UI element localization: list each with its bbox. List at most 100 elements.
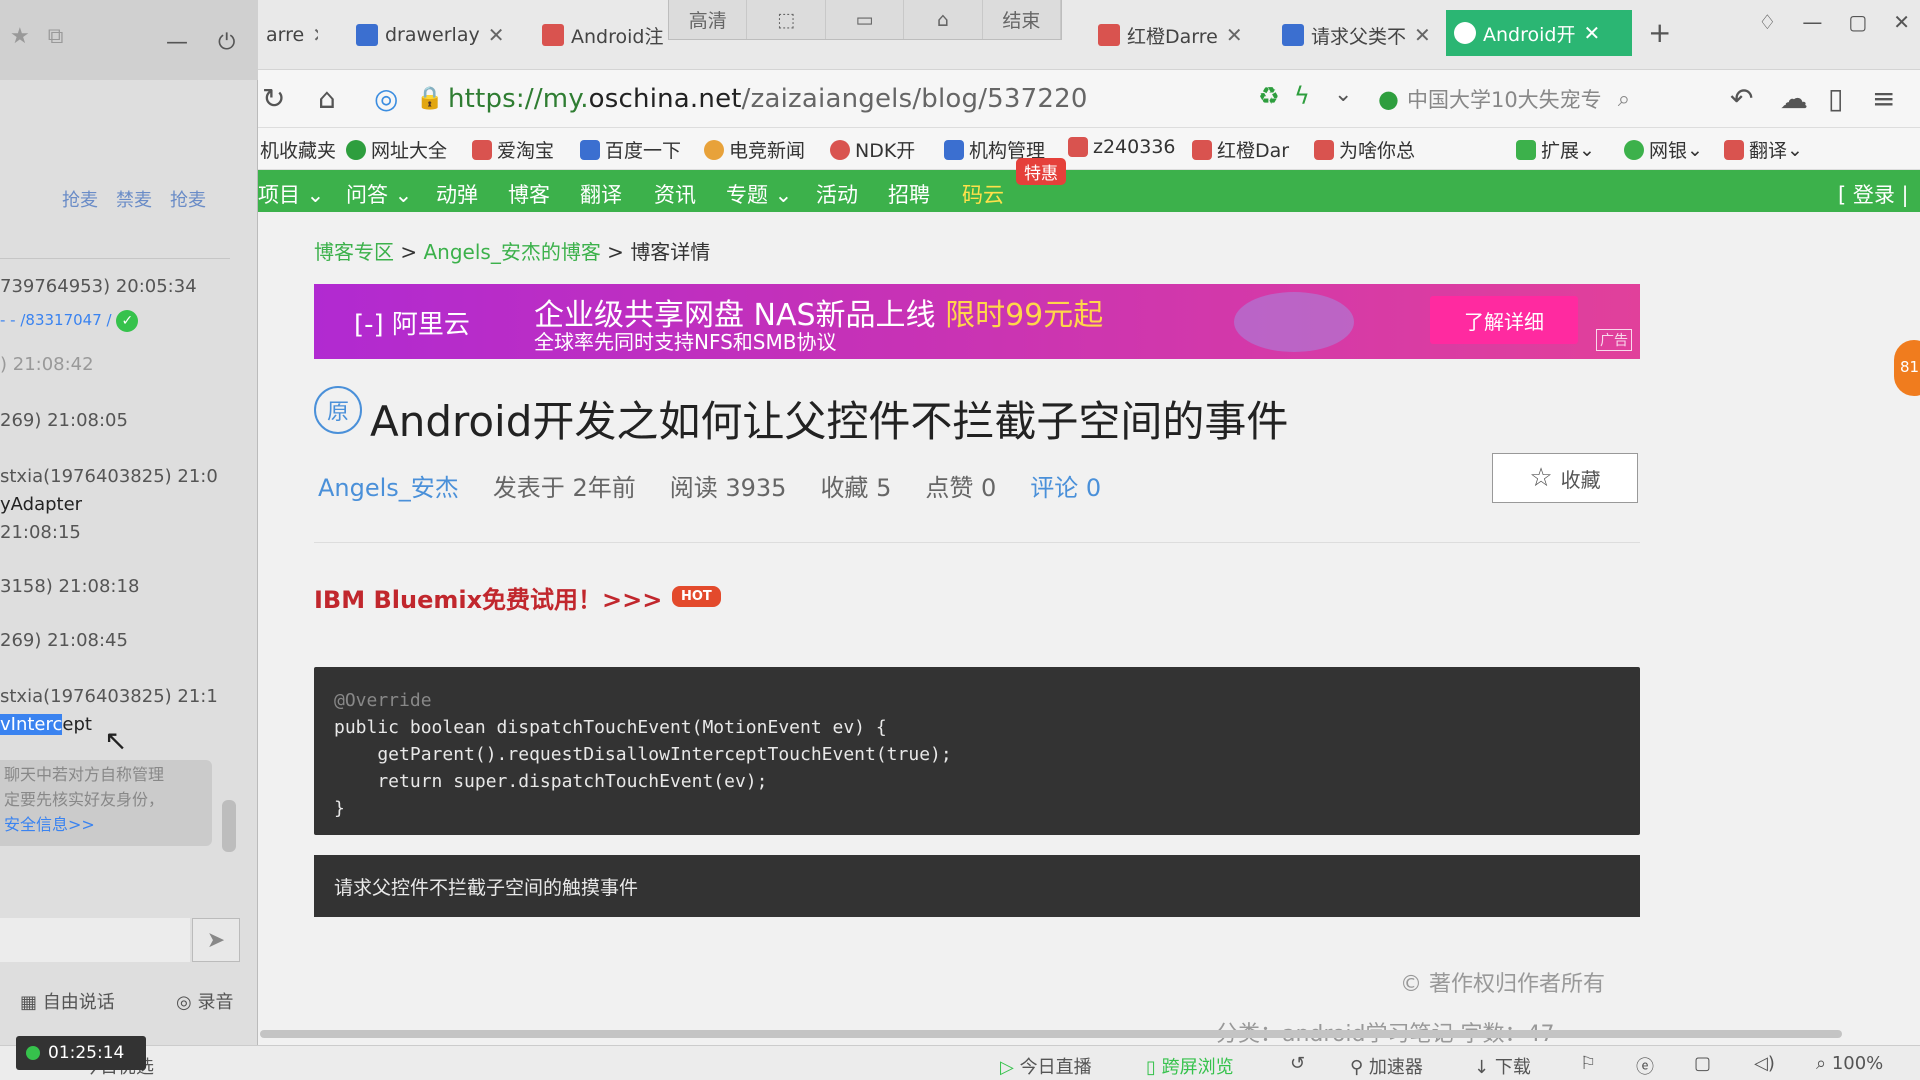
volume-icon[interactable]: ◁) xyxy=(1754,1053,1775,1074)
site-navigation: 项目 ⌄ 问答 ⌄ 动弹 博客 翻译 资讯 专题 ⌄ 活动 招聘 码云 [ 登录… xyxy=(258,170,1920,212)
window-icon[interactable]: ▢ xyxy=(1694,1053,1711,1074)
browser-tab-active[interactable]: Android开 ✕ xyxy=(1446,10,1632,56)
zoom-level[interactable]: ⌕ 100% xyxy=(1816,1053,1883,1074)
close-icon[interactable]: ✕ xyxy=(488,23,505,47)
search-icon[interactable]: ⌕ xyxy=(1618,87,1630,112)
floating-badge[interactable]: 81 xyxy=(1894,340,1920,396)
menu-icon[interactable]: ≡ xyxy=(1872,82,1895,115)
close-icon[interactable]: ✕ xyxy=(1893,10,1910,34)
horizontal-scrollbar[interactable] xyxy=(260,1030,1842,1038)
region-icon[interactable]: ⬚ xyxy=(747,0,826,39)
extensions-menu[interactable]: 扩展 ⌄ xyxy=(1516,136,1595,163)
nav-tweets[interactable]: 动弹 xyxy=(436,179,478,209)
browser-tab[interactable]: 红橙Darre ✕ xyxy=(1090,16,1262,54)
bookmark-item[interactable]: 网址大全 xyxy=(346,136,447,163)
cloud-icon[interactable]: ☁ xyxy=(1780,82,1808,115)
window-icon[interactable]: ▭ xyxy=(826,0,905,39)
nav-projects[interactable]: 项目 ⌄ xyxy=(258,179,324,209)
security-info-link[interactable]: 安全信息>> xyxy=(4,812,208,837)
accelerator-button[interactable]: ⚲ 加速器 xyxy=(1350,1053,1423,1079)
bookmark-item[interactable]: 爱淘宝 xyxy=(472,136,554,163)
nav-news[interactable]: 资讯 xyxy=(654,179,696,209)
bookmark-item[interactable]: 机收藏夹 xyxy=(260,136,336,163)
free-talk-button[interactable]: ▦ 自由说话 xyxy=(20,988,115,1014)
selected-chat-text[interactable]: vIntercept xyxy=(0,714,92,735)
search-input[interactable]: ● 中国大学10大失宠专 ⌕ xyxy=(1378,78,1696,120)
star-icon: ☆ xyxy=(1529,463,1553,493)
hd-button[interactable]: 高清 xyxy=(669,0,748,39)
shirt-icon[interactable]: ♢ xyxy=(1758,10,1776,34)
chat-scrollbar[interactable] xyxy=(222,800,236,852)
aliyun-logo: [-] 阿里云 xyxy=(354,310,470,340)
browser-tab[interactable]: drawerlay ✕ xyxy=(348,16,518,54)
record-button[interactable]: ◎ 录音 xyxy=(176,988,233,1014)
mic-tab-grab-2[interactable]: 抢麦 xyxy=(170,186,206,212)
recycle-icon[interactable]: ♻ xyxy=(1258,82,1280,110)
free-talk-icon: ▦ xyxy=(20,992,38,1013)
bookmark-item[interactable]: 红橙Dar xyxy=(1192,136,1289,163)
nav-topics[interactable]: 专题 ⌄ xyxy=(726,179,792,209)
maximize-icon[interactable]: ▢ xyxy=(1848,10,1867,34)
close-icon[interactable]: ✕ xyxy=(1414,23,1431,47)
tab-label: drawerlay xyxy=(385,24,480,46)
close-icon[interactable]: ✕ xyxy=(1226,23,1243,47)
refresh-icon[interactable]: ↻ xyxy=(262,82,285,115)
nav-qa[interactable]: 问答 ⌄ xyxy=(346,179,412,209)
nav-blog[interactable]: 博客 xyxy=(508,179,550,209)
nav-gitee[interactable]: 码云 xyxy=(962,179,1004,209)
bookmark-item[interactable]: 电竞新闻 xyxy=(704,136,805,163)
learn-more-button[interactable]: 了解详细 xyxy=(1430,296,1578,344)
nav-jobs[interactable]: 招聘 xyxy=(888,179,930,209)
bank-menu[interactable]: 网银 ⌄ xyxy=(1624,136,1703,163)
mic-tab-ban[interactable]: 禁麦 xyxy=(116,186,152,212)
ie-icon[interactable]: ⓔ xyxy=(1636,1053,1654,1079)
site-icon xyxy=(830,139,850,160)
translate-menu[interactable]: 翻译 ⌄ xyxy=(1724,136,1803,163)
browser-tab[interactable]: Android注 xyxy=(534,16,664,54)
breadcrumb-blog-zone[interactable]: 博客专区 xyxy=(314,240,394,264)
lightning-icon[interactable]: ϟ xyxy=(1294,82,1310,110)
comment-link[interactable]: 评论 0 xyxy=(1030,468,1101,503)
minimize-icon[interactable]: — xyxy=(1802,10,1822,34)
power-icon[interactable]: ⏻ xyxy=(218,30,235,55)
home-icon[interactable]: ⌂ xyxy=(904,0,983,39)
undo-icon[interactable]: ↶ xyxy=(1730,82,1753,115)
window-icon[interactable]: ⧉ xyxy=(48,24,64,49)
flag-icon[interactable]: ⚐ xyxy=(1580,1053,1596,1074)
star-icon[interactable]: ★ xyxy=(10,24,30,49)
bookmark-item[interactable]: 百度一下 xyxy=(580,136,681,163)
download-button[interactable]: ↓ 下载 xyxy=(1474,1053,1531,1079)
site-icon xyxy=(1192,139,1212,160)
bookmark-label: 扩展 xyxy=(1541,140,1580,162)
bank-icon xyxy=(1624,139,1644,160)
author-link[interactable]: Angels_安杰 xyxy=(318,468,459,503)
live-button[interactable]: ▷ 今日直播 xyxy=(1000,1053,1092,1079)
bookmark-item[interactable]: NDK开 xyxy=(830,136,915,163)
minimize-icon[interactable]: — xyxy=(166,30,188,55)
end-button[interactable]: 结束 xyxy=(983,0,1062,39)
device-icon[interactable]: ▯ xyxy=(1828,82,1843,115)
url-field[interactable]: https://my.oschina.net/zaizaiangels/blog… xyxy=(448,84,1088,114)
bookmark-item[interactable]: 为啥你总 xyxy=(1314,136,1415,163)
breadcrumb-author-blog[interactable]: Angels_安杰的博客 xyxy=(423,240,600,264)
nav-events[interactable]: 活动 xyxy=(816,179,858,209)
browser-tab[interactable]: arre ✕ xyxy=(258,16,318,54)
browser-tab[interactable]: 请求父类不 ✕ xyxy=(1274,16,1446,54)
mic-tab-grab[interactable]: 抢麦 xyxy=(62,186,98,212)
home-icon[interactable]: ⌂ xyxy=(318,82,336,115)
chat-input[interactable] xyxy=(0,918,190,962)
history-icon[interactable]: ↺ xyxy=(1290,1053,1305,1074)
ad-banner[interactable]: [-] 阿里云 企业级共享网盘 NAS新品上线 限时99元起 全球率先同时支持N… xyxy=(314,284,1640,359)
login-link[interactable]: [ 登录 | xyxy=(1838,179,1909,209)
send-button[interactable]: ➤ xyxy=(192,918,240,962)
code-line: getParent().requestDisallowInterceptTouc… xyxy=(334,744,952,765)
close-icon[interactable]: ✕ xyxy=(1583,21,1600,45)
promo-link[interactable]: IBM Bluemix免费试用！>>> xyxy=(314,580,662,615)
favorite-button[interactable]: ☆ 收藏 xyxy=(1492,453,1638,503)
nav-translate[interactable]: 翻译 xyxy=(580,179,622,209)
chevron-down-icon[interactable]: ⌄ xyxy=(1334,82,1352,107)
close-icon[interactable]: ✕ xyxy=(312,23,318,47)
bookmark-item[interactable]: z240336 xyxy=(1068,136,1176,158)
new-tab-button[interactable]: + xyxy=(1648,16,1671,49)
cross-screen-button[interactable]: ▯ 跨屏浏览 xyxy=(1146,1053,1234,1079)
